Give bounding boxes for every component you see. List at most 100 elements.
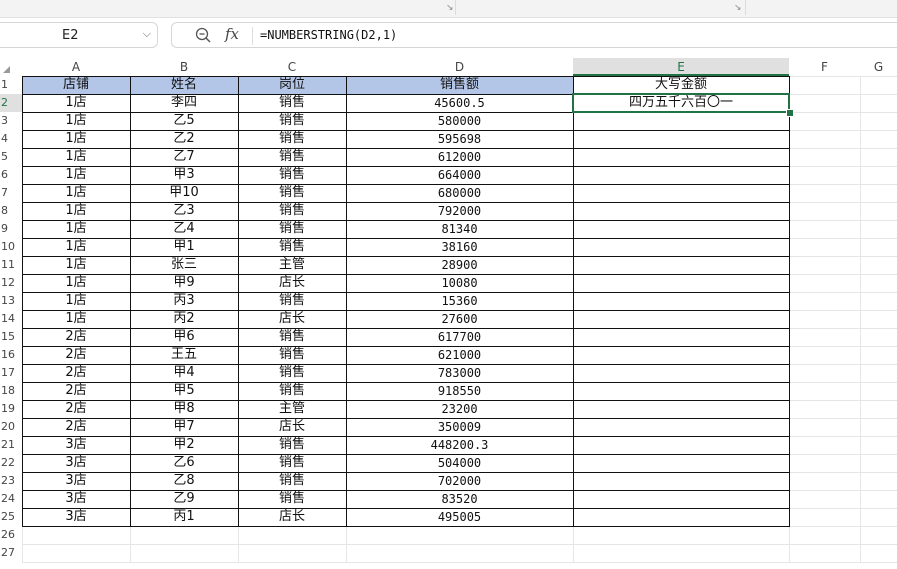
row-header-21[interactable]: 21 (0, 436, 22, 454)
table-cell[interactable] (573, 202, 789, 220)
table-cell[interactable]: 1店 (22, 184, 130, 202)
column-header-c[interactable]: C (238, 58, 346, 76)
table-cell[interactable]: 甲9 (130, 274, 238, 292)
table-cell[interactable]: 店长 (238, 508, 346, 526)
table-cell[interactable] (573, 346, 789, 364)
table-cell[interactable]: 甲8 (130, 400, 238, 418)
table-cell[interactable]: 甲5 (130, 382, 238, 400)
row-header-26[interactable]: 26 (0, 526, 22, 544)
row-header-22[interactable]: 22 (0, 454, 22, 472)
column-header-g[interactable]: G (860, 58, 897, 76)
table-cell[interactable]: 主管 (238, 400, 346, 418)
table-cell[interactable]: 702000 (346, 472, 573, 490)
table-cell[interactable]: 销售 (238, 382, 346, 400)
table-cell[interactable]: 销售 (238, 364, 346, 382)
column-header-d[interactable]: D (346, 58, 573, 76)
table-cell[interactable]: 销售 (238, 112, 346, 130)
table-cell[interactable] (573, 256, 789, 274)
row-header-8[interactable]: 8 (0, 202, 22, 220)
table-cell[interactable]: 甲10 (130, 184, 238, 202)
row-header-24[interactable]: 24 (0, 490, 22, 508)
zoom-out-icon[interactable] (194, 26, 212, 44)
row-header-13[interactable]: 13 (0, 292, 22, 310)
table-cell[interactable]: 店长 (238, 274, 346, 292)
column-header-b[interactable]: B (130, 58, 238, 76)
table-cell[interactable]: 乙3 (130, 202, 238, 220)
row-header-10[interactable]: 10 (0, 238, 22, 256)
row-header-23[interactable]: 23 (0, 472, 22, 490)
table-cell[interactable]: 1店 (22, 112, 130, 130)
row-header-27[interactable]: 27 (0, 544, 22, 562)
table-cell[interactable]: 销售 (238, 472, 346, 490)
table-cell[interactable]: 店长 (238, 418, 346, 436)
table-cell[interactable]: 1店 (22, 220, 130, 238)
row-header-2[interactable]: 2 (0, 94, 22, 112)
table-cell[interactable]: 38160 (346, 238, 573, 256)
header-cell[interactable]: 大写金额 (573, 76, 789, 94)
table-cell[interactable]: 销售 (238, 94, 346, 112)
header-cell[interactable]: 店铺 (22, 76, 130, 94)
row-header-1[interactable]: 1 (0, 76, 22, 94)
table-cell[interactable]: 580000 (346, 112, 573, 130)
table-cell[interactable]: 1店 (22, 292, 130, 310)
table-cell[interactable]: 甲6 (130, 328, 238, 346)
function-icon[interactable]: fx (225, 25, 239, 43)
table-cell[interactable] (573, 418, 789, 436)
row-header-4[interactable]: 4 (0, 130, 22, 148)
table-cell[interactable]: 张三 (130, 256, 238, 274)
row-header-11[interactable]: 11 (0, 256, 22, 274)
table-cell[interactable]: 621000 (346, 346, 573, 364)
row-header-14[interactable]: 14 (0, 310, 22, 328)
table-cell[interactable]: 3店 (22, 436, 130, 454)
table-cell[interactable]: 销售 (238, 220, 346, 238)
table-cell[interactable]: 792000 (346, 202, 573, 220)
table-cell[interactable]: 350009 (346, 418, 573, 436)
table-cell[interactable]: 595698 (346, 130, 573, 148)
table-cell[interactable]: 1店 (22, 256, 130, 274)
row-header-6[interactable]: 6 (0, 166, 22, 184)
table-cell[interactable]: 甲3 (130, 166, 238, 184)
row-header-3[interactable]: 3 (0, 112, 22, 130)
formula-text[interactable]: =NUMBERSTRING(D2,1) (260, 28, 397, 42)
table-cell[interactable]: 495005 (346, 508, 573, 526)
table-cell[interactable] (573, 238, 789, 256)
table-cell[interactable]: 销售 (238, 238, 346, 256)
table-cell[interactable] (573, 454, 789, 472)
table-cell[interactable]: 乙2 (130, 130, 238, 148)
table-cell[interactable]: 783000 (346, 364, 573, 382)
column-header-f[interactable]: F (789, 58, 860, 76)
table-cell[interactable]: 主管 (238, 256, 346, 274)
table-cell[interactable]: 甲7 (130, 418, 238, 436)
formula-input-area[interactable]: fx =NUMBERSTRING(D2,1) (171, 22, 897, 48)
table-cell[interactable]: 2店 (22, 346, 130, 364)
row-header-25[interactable]: 25 (0, 508, 22, 526)
table-cell[interactable]: 2店 (22, 364, 130, 382)
table-cell[interactable]: 李四 (130, 94, 238, 112)
header-cell[interactable]: 姓名 (130, 76, 238, 94)
spreadsheet-grid[interactable]: A B C D E F G 1 2 3 4 5 6 7 8 9 10 11 12 13 14 15 16 17 18 19 20 21… (0, 58, 897, 569)
table-cell[interactable]: 10080 (346, 274, 573, 292)
select-all-icon[interactable] (0, 58, 22, 76)
table-cell[interactable] (573, 148, 789, 166)
table-cell[interactable]: 617700 (346, 328, 573, 346)
table-cell[interactable]: 销售 (238, 148, 346, 166)
table-cell[interactable]: 1店 (22, 130, 130, 148)
table-cell[interactable]: 45600.5 (346, 94, 573, 112)
row-header-20[interactable]: 20 (0, 418, 22, 436)
table-cell[interactable]: 1店 (22, 94, 130, 112)
table-cell[interactable]: 销售 (238, 130, 346, 148)
table-cell[interactable]: 612000 (346, 148, 573, 166)
table-cell[interactable] (573, 382, 789, 400)
table-cell[interactable]: 销售 (238, 454, 346, 472)
table-cell[interactable]: 销售 (238, 202, 346, 220)
dialog-launcher-icon[interactable]: ↘ (446, 2, 454, 14)
table-cell[interactable] (573, 364, 789, 382)
table-cell[interactable]: 918550 (346, 382, 573, 400)
table-cell[interactable]: 2店 (22, 418, 130, 436)
table-cell[interactable]: 28900 (346, 256, 573, 274)
table-cell[interactable] (573, 310, 789, 328)
table-cell[interactable] (573, 328, 789, 346)
row-header-19[interactable]: 19 (0, 400, 22, 418)
table-cell[interactable]: 2店 (22, 400, 130, 418)
table-cell[interactable]: 1店 (22, 202, 130, 220)
